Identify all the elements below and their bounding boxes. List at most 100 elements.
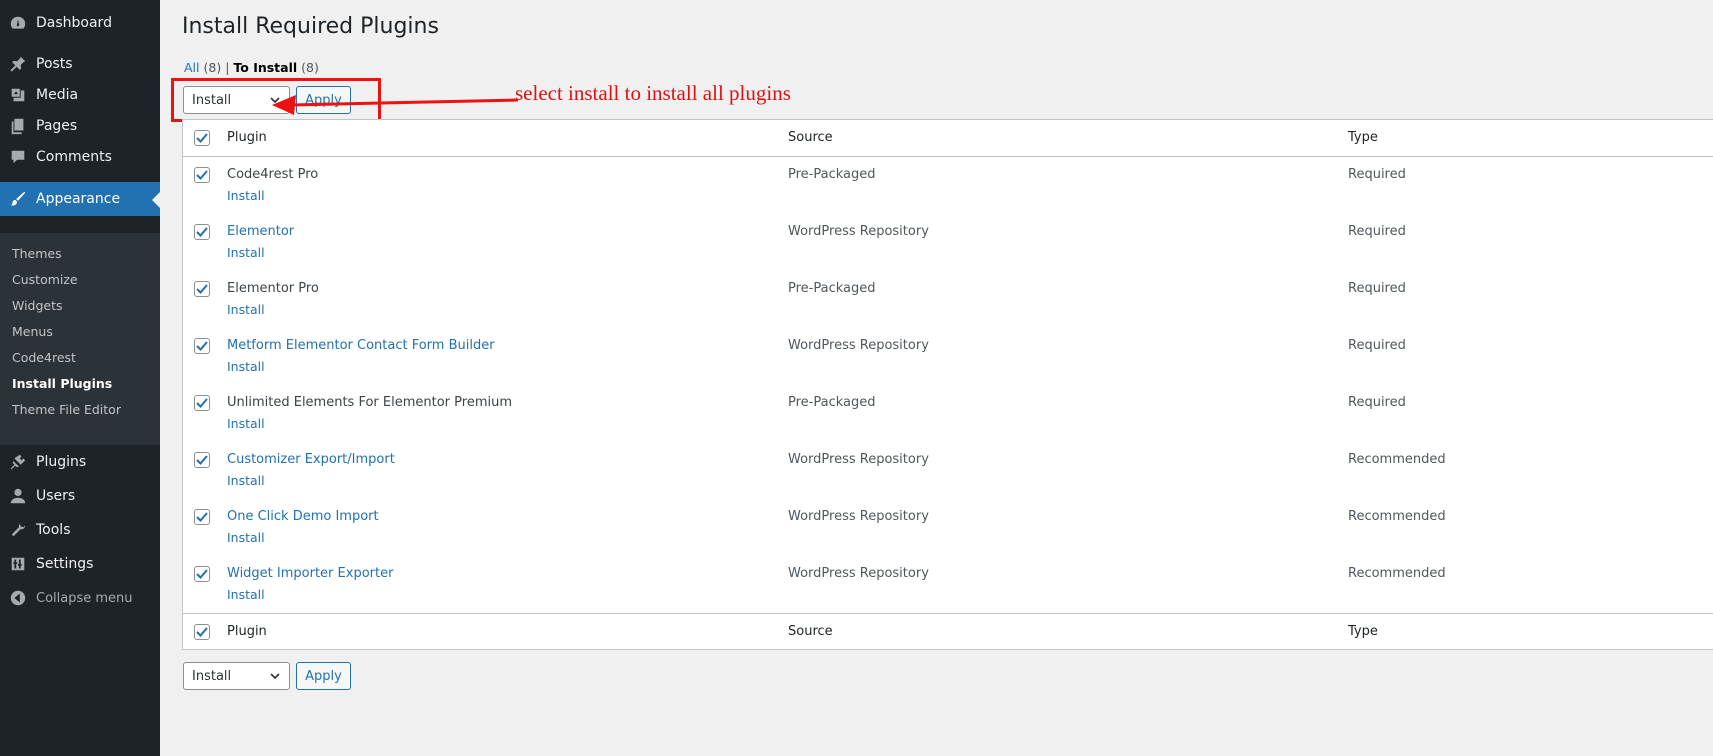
plugin-name: Code4rest Pro	[227, 167, 319, 182]
bulk-action-selected-bottom: Install	[192, 668, 232, 684]
plugin-name-link[interactable]: Elementor	[227, 224, 294, 239]
install-link[interactable]: Install	[227, 530, 265, 545]
table-row: Customizer Export/Import Install WordPre…	[183, 442, 1713, 499]
menu-comments-label: Comments	[36, 149, 112, 165]
menu-media-label: Media	[36, 87, 79, 103]
media-icon	[0, 86, 36, 104]
menu-settings[interactable]: Settings	[0, 547, 160, 581]
install-link[interactable]: Install	[227, 188, 265, 203]
filter-to-install[interactable]: To Install	[233, 60, 297, 75]
status-filters: All (8) | To Install (8)	[184, 60, 319, 75]
checkmark-icon	[196, 170, 208, 180]
install-link[interactable]: Install	[227, 416, 265, 431]
user-icon	[0, 487, 36, 505]
bulk-action-select-bottom[interactable]: Install	[183, 662, 290, 690]
table-footer: Plugin Source Type	[183, 613, 1713, 650]
plugin-type: Required	[1348, 224, 1406, 239]
submenu-theme-file-editor[interactable]: Theme File Editor	[12, 402, 121, 417]
menu-comments[interactable]: Comments	[0, 140, 160, 174]
menu-tools[interactable]: Tools	[0, 513, 160, 547]
table-header: Plugin Source Type	[183, 120, 1713, 157]
menu-plugins[interactable]: Plugins	[0, 445, 160, 479]
checkmark-icon	[196, 398, 208, 408]
column-header-plugin[interactable]: Plugin	[227, 130, 267, 145]
appearance-submenu: Themes Customize Widgets Menus Code4rest…	[0, 233, 160, 445]
column-footer-plugin[interactable]: Plugin	[227, 624, 267, 639]
checkmark-icon	[196, 455, 208, 465]
row-checkbox[interactable]	[194, 452, 210, 468]
plugin-name-link[interactable]: One Click Demo Import	[227, 509, 379, 524]
plugin-name-link[interactable]: Customizer Export/Import	[227, 452, 395, 467]
table-row: Code4rest Pro Install Pre-Packaged Requi…	[183, 157, 1713, 214]
collapse-arrow-icon	[0, 589, 36, 607]
plugin-source: WordPress Repository	[788, 224, 929, 239]
table-row: Widget Importer Exporter Install WordPre…	[183, 556, 1713, 613]
checkmark-icon	[196, 284, 208, 294]
apply-button-bottom[interactable]: Apply	[296, 662, 351, 690]
checkmark-icon	[196, 341, 208, 351]
menu-tools-label: Tools	[36, 522, 71, 538]
plugin-type: Recommended	[1348, 452, 1446, 467]
filter-to-install-count: (8)	[301, 60, 319, 75]
pages-icon	[0, 117, 36, 135]
row-checkbox[interactable]	[194, 167, 210, 183]
checkmark-icon	[196, 512, 208, 522]
checkmark-icon	[196, 227, 208, 237]
submenu-menus[interactable]: Menus	[12, 324, 53, 339]
dashboard-icon	[0, 14, 36, 32]
column-footer-type[interactable]: Type	[1348, 624, 1378, 639]
checkmark-icon	[196, 569, 208, 579]
paintbrush-icon	[0, 190, 36, 208]
annotation-text: select install to install all plugins	[515, 81, 791, 105]
row-checkbox[interactable]	[194, 395, 210, 411]
plugin-name: Unlimited Elements For Elementor Premium	[227, 395, 513, 410]
submenu-install-plugins[interactable]: Install Plugins	[12, 376, 112, 391]
pushpin-icon	[0, 55, 36, 73]
active-menu-pointer	[152, 192, 160, 208]
menu-pages[interactable]: Pages	[0, 109, 160, 143]
plugins-table: Plugin Source Type Code4rest Pro Install…	[182, 119, 1713, 650]
plugin-type: Required	[1348, 338, 1406, 353]
select-all-checkbox-bottom[interactable]	[194, 624, 210, 640]
plugin-type: Required	[1348, 167, 1406, 182]
admin-sidebar: Dashboard Posts Media Pages Comments App…	[0, 0, 160, 756]
menu-settings-label: Settings	[36, 556, 94, 572]
plugin-type: Recommended	[1348, 566, 1446, 581]
plugin-source: Pre-Packaged	[788, 281, 876, 296]
row-checkbox[interactable]	[194, 509, 210, 525]
menu-media[interactable]: Media	[0, 78, 160, 112]
page-title: Install Required Plugins	[182, 14, 439, 39]
install-link[interactable]: Install	[227, 302, 265, 317]
submenu-customize[interactable]: Customize	[12, 272, 78, 287]
menu-dashboard[interactable]: Dashboard	[0, 6, 160, 40]
comment-icon	[0, 148, 36, 166]
collapse-menu-button[interactable]: Collapse menu	[0, 581, 160, 615]
row-checkbox[interactable]	[194, 224, 210, 240]
menu-appearance[interactable]: Appearance	[0, 182, 160, 216]
plugin-name-link[interactable]: Widget Importer Exporter	[227, 566, 393, 581]
menu-users[interactable]: Users	[0, 479, 160, 513]
row-checkbox[interactable]	[194, 566, 210, 582]
menu-pages-label: Pages	[36, 118, 78, 134]
install-link[interactable]: Install	[227, 245, 265, 260]
filter-all-count: (8)	[203, 60, 222, 75]
plugin-source: WordPress Repository	[788, 338, 929, 353]
column-header-type[interactable]: Type	[1348, 130, 1378, 145]
column-header-source[interactable]: Source	[788, 130, 833, 145]
plugin-name-link[interactable]: Metform Elementor Contact Form Builder	[227, 338, 495, 353]
install-link[interactable]: Install	[227, 359, 265, 374]
plugin-type: Required	[1348, 281, 1406, 296]
plugin-source: WordPress Repository	[788, 566, 929, 581]
submenu-widgets[interactable]: Widgets	[12, 298, 63, 313]
select-all-checkbox-top[interactable]	[194, 130, 210, 146]
menu-posts[interactable]: Posts	[0, 47, 160, 81]
install-link[interactable]: Install	[227, 473, 265, 488]
filter-all[interactable]: All	[184, 60, 200, 75]
column-footer-source[interactable]: Source	[788, 624, 833, 639]
submenu-themes[interactable]: Themes	[12, 246, 62, 261]
row-checkbox[interactable]	[194, 281, 210, 297]
chevron-down-icon	[270, 673, 280, 680]
submenu-code4rest[interactable]: Code4rest	[12, 350, 76, 365]
install-link[interactable]: Install	[227, 587, 265, 602]
row-checkbox[interactable]	[194, 338, 210, 354]
